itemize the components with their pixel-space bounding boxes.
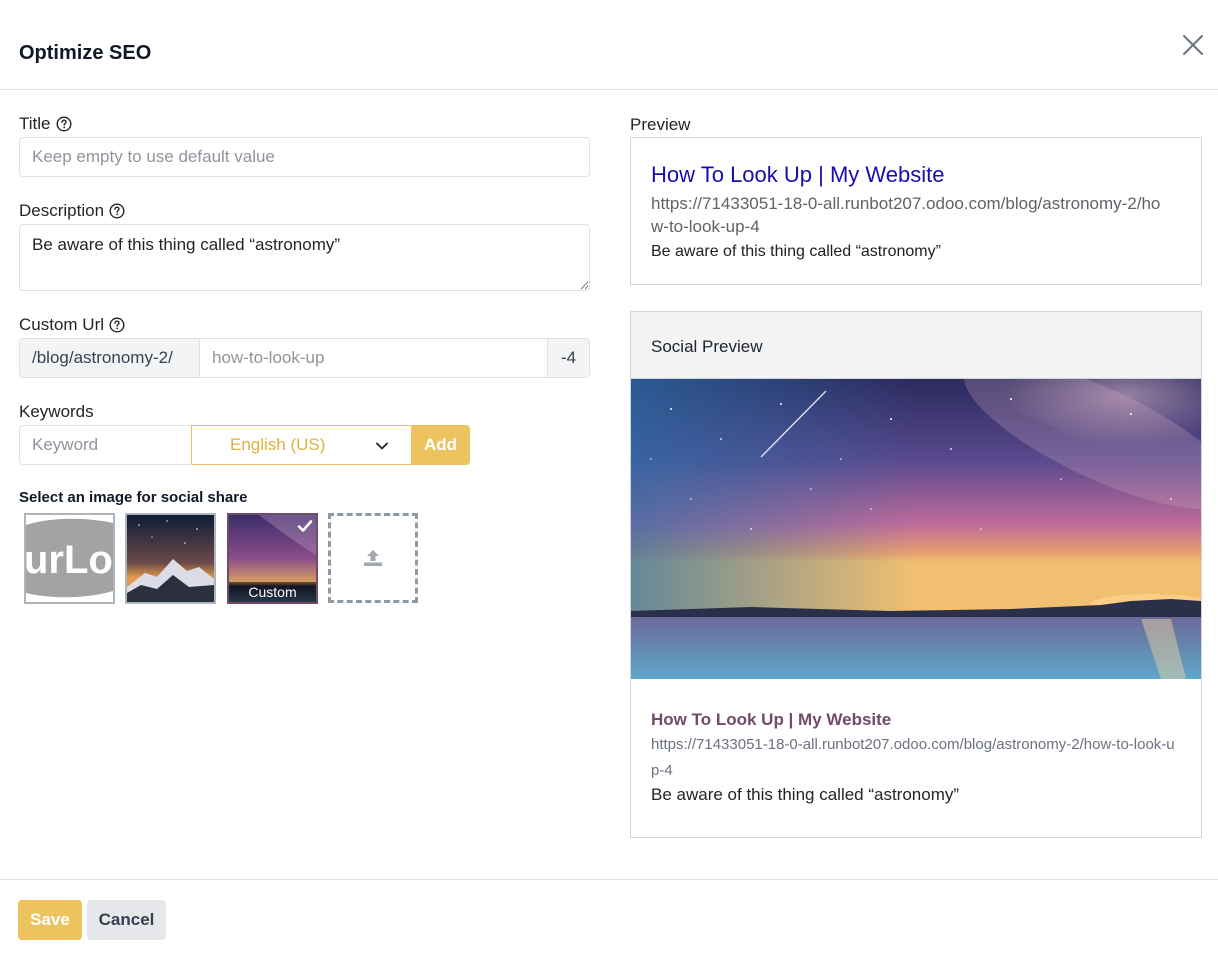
modal-title: Optimize SEO bbox=[19, 42, 152, 64]
mountain-image bbox=[127, 515, 214, 602]
chevron-down-icon bbox=[376, 442, 388, 450]
search-preview-card: How To Look Up | My Website https://7143… bbox=[630, 137, 1202, 285]
description-textarea[interactable]: Be aware of this thing called “astronomy… bbox=[19, 224, 590, 291]
social-preview-card: Social Preview How To Look Up | My Websi… bbox=[630, 311, 1202, 838]
upload-image-button[interactable] bbox=[328, 513, 418, 603]
social-preview-title: How To Look Up | My Website bbox=[651, 710, 892, 729]
image-section-title: Select an image for social share bbox=[19, 489, 248, 506]
preview-label: Preview bbox=[630, 115, 691, 134]
close-button[interactable] bbox=[1180, 32, 1206, 58]
url-slug-input[interactable] bbox=[199, 338, 548, 378]
save-button[interactable]: Save bbox=[18, 900, 82, 940]
modal-footer: Save Cancel bbox=[0, 879, 1218, 958]
language-selected-label: English (US) bbox=[230, 435, 326, 454]
logo-image: urLo bbox=[26, 515, 113, 602]
language-select[interactable]: English (US) bbox=[191, 425, 412, 465]
preview-url: https://71433051-18-0-all.runbot207.odoo… bbox=[651, 194, 1161, 236]
cancel-button[interactable]: Cancel bbox=[87, 900, 166, 940]
logo-text: urLo bbox=[26, 538, 113, 582]
add-keyword-button[interactable]: Add bbox=[411, 425, 470, 465]
url-prefix: /blog/astronomy-2/ bbox=[19, 338, 200, 378]
social-preview-image bbox=[631, 379, 1201, 679]
check-icon bbox=[297, 520, 313, 532]
title-label: Title bbox=[19, 114, 72, 134]
image-tile-custom[interactable]: Custom bbox=[227, 513, 318, 604]
image-tile-mountain[interactable] bbox=[125, 513, 216, 604]
modal-header: Optimize SEO bbox=[0, 0, 1218, 90]
help-icon[interactable] bbox=[55, 116, 72, 132]
help-icon[interactable] bbox=[109, 317, 125, 333]
keywords-label: Keywords bbox=[19, 402, 94, 421]
description-label: Description bbox=[19, 201, 125, 221]
social-preview-header: Social Preview bbox=[631, 312, 1201, 379]
image-tile-logo[interactable]: urLo bbox=[24, 513, 115, 604]
help-icon[interactable] bbox=[109, 203, 125, 219]
url-suffix: -4 bbox=[547, 338, 590, 378]
social-preview-description: Be aware of this thing called “astronomy… bbox=[651, 785, 960, 804]
upload-icon bbox=[364, 550, 382, 566]
close-icon bbox=[1183, 35, 1203, 55]
preview-description: Be aware of this thing called “astronomy… bbox=[651, 243, 941, 260]
title-input[interactable] bbox=[19, 137, 590, 177]
social-preview-url: https://71433051-18-0-all.runbot207.odoo… bbox=[651, 736, 1175, 779]
keyword-input[interactable] bbox=[19, 425, 192, 465]
social-preview-label: Social Preview bbox=[651, 337, 763, 356]
custom-url-label: Custom Url bbox=[19, 315, 125, 335]
preview-title: How To Look Up | My Website bbox=[651, 162, 945, 187]
custom-image-label: Custom bbox=[229, 582, 316, 602]
